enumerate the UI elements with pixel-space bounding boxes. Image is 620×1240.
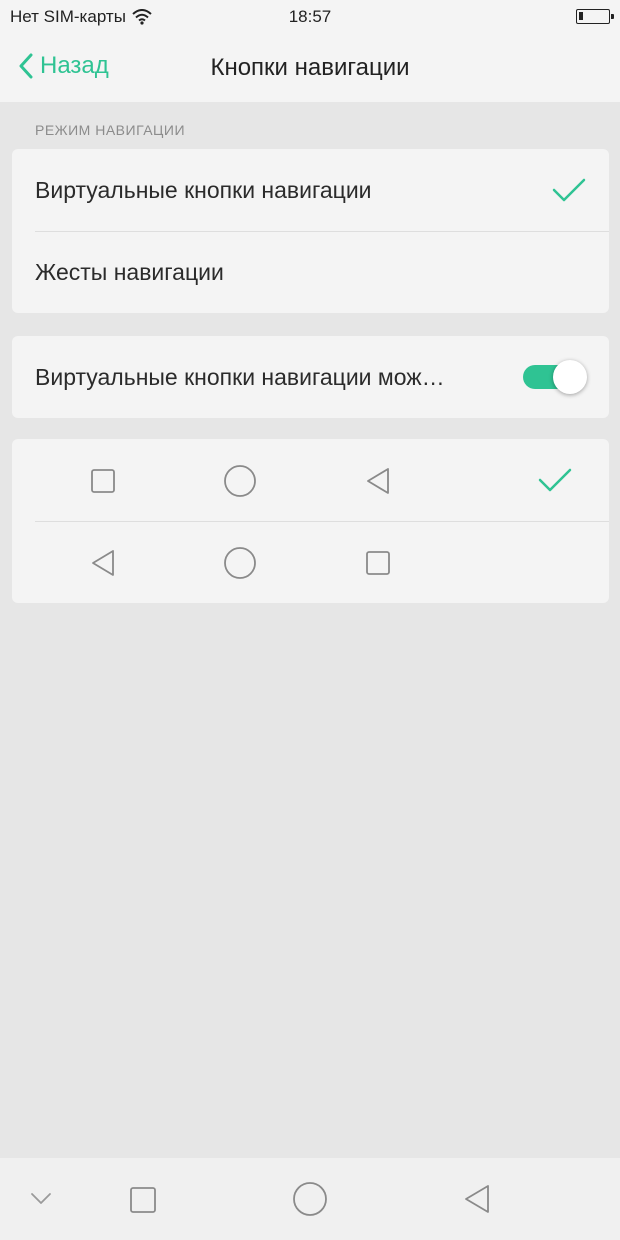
square-icon[interactable] xyxy=(129,1186,157,1214)
circle-icon xyxy=(224,547,256,579)
triangle-back-icon xyxy=(92,550,114,576)
triangle-back-icon[interactable] xyxy=(462,1183,492,1215)
check-icon xyxy=(538,468,572,492)
top-bar: Нет SIM-карты 18:57 Назад Кнопки навигац… xyxy=(0,0,620,102)
battery-icon xyxy=(576,9,614,24)
navigation-header: Назад Кнопки навигации xyxy=(0,34,620,102)
option-label: Жесты навигации xyxy=(35,258,224,285)
check-icon xyxy=(552,178,586,202)
status-bar: Нет SIM-карты 18:57 xyxy=(0,0,620,34)
square-icon xyxy=(366,551,390,575)
option-label: Виртуальные кнопки навигации xyxy=(35,176,372,203)
button-layout-card xyxy=(12,439,609,603)
hide-buttons-toggle[interactable] xyxy=(521,360,587,394)
navigation-mode-card: Виртуальные кнопки навигации Жесты навиг… xyxy=(12,149,609,313)
hide-buttons-card: Виртуальные кнопки навигации мож… xyxy=(12,336,609,418)
option-virtual-buttons[interactable]: Виртуальные кнопки навигации xyxy=(12,149,609,231)
circle-icon xyxy=(224,465,256,497)
hide-buttons-label: Виртуальные кнопки навигации мож… xyxy=(35,363,445,390)
section-label-navigation-mode: РЕЖИМ НАВИГАЦИИ xyxy=(35,122,186,138)
battery-level xyxy=(579,12,583,20)
circle-icon[interactable] xyxy=(292,1181,328,1217)
layout-option-1[interactable] xyxy=(12,439,609,521)
option-gestures[interactable]: Жесты навигации xyxy=(12,231,609,313)
page-title: Кнопки навигации xyxy=(210,54,410,81)
triangle-back-icon xyxy=(367,468,389,494)
hide-buttons-row: Виртуальные кнопки навигации мож… xyxy=(12,336,609,418)
system-navigation-bar xyxy=(0,1158,620,1240)
layout-option-2[interactable] xyxy=(12,521,609,603)
chevron-down-icon[interactable] xyxy=(30,1192,52,1206)
square-icon xyxy=(91,469,115,493)
toggle-knob xyxy=(553,360,587,394)
status-time: 18:57 xyxy=(288,7,332,26)
